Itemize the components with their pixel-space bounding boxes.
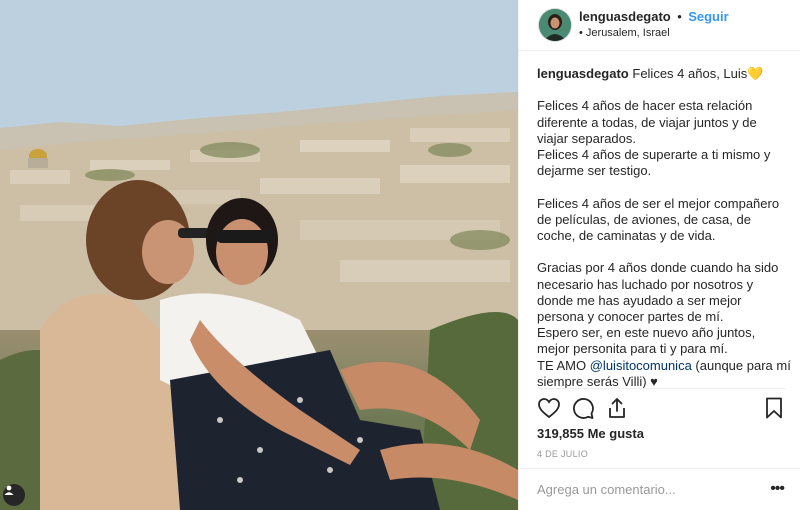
caption-line: persona y conocer partes de mí. [537,309,724,324]
divider [537,388,786,389]
comment-input[interactable]: Agrega un comentario... [537,482,676,497]
like-button[interactable] [537,396,561,425]
caption-username[interactable]: lenguasdegato [537,66,629,81]
divider [519,468,800,469]
caption-line: dejarme ser testigo. [537,163,652,179]
avatar-image [539,9,571,41]
post-date[interactable]: 4 DE JULIO [537,449,588,459]
caption-line: coche, de caminatas y de vida. [537,228,716,243]
mention-link[interactable]: @luisitocomunica [590,358,692,373]
person-icon [4,485,14,495]
comment-icon [573,398,594,419]
caption: lenguasdegato Felices 4 años, Luis💛 Feli… [537,66,791,390]
bookmark-icon [766,397,782,419]
heart-icon [538,398,560,419]
save-button[interactable] [762,396,786,425]
post-photo[interactable] [0,0,518,510]
caption-line: diferente a todas, de viajar juntos y de [537,114,757,130]
share-button[interactable] [605,396,629,425]
caption-line: Felices 4 años de hacer esta relación [537,98,753,114]
avatar[interactable] [539,9,571,41]
caption-love-prefix: TE AMO [537,357,590,373]
caption-line: donde me has ayudado a ser mejor [537,292,742,308]
header-username[interactable]: lenguasdegato [579,9,671,24]
caption-love-suffix: (aunque para mí [691,357,791,373]
caption-line: Felices 4 años de superarte a ti mismo y [537,147,771,162]
caption-line: Espero ser, en este nuevo año juntos, [537,325,756,341]
caption-line: Gracias por 4 años donde cuando ha sido [537,260,779,276]
caption-line: necesario has luchado por nosotros y [537,276,754,292]
post-header: lenguasdegato • Seguir • Jerusalem, Isra… [519,0,800,51]
comment-button[interactable] [571,396,595,425]
header-separator: • [677,9,682,24]
caption-line: mejor personita para ti y para mí. [537,341,728,357]
caption-title: lenguasdegato Felices 4 años, Luis💛 [537,66,791,82]
location-link[interactable]: • Jerusalem, Israel [579,25,729,41]
follow-button[interactable]: Seguir [688,9,728,24]
photo-illustration [0,0,518,510]
caption-line: viajar separados. [537,130,636,146]
caption-title-text: Felices 4 años, Luis💛 [632,66,764,81]
share-icon [609,398,625,418]
likes-count[interactable]: 319,855 Me gusta [537,426,644,441]
header-text: lenguasdegato • Seguir • Jerusalem, Isra… [579,9,729,41]
tagged-people-button[interactable] [3,484,25,506]
caption-line: Felices 4 años de ser el mejor compañero [537,195,780,211]
caption-line: de películas, de aviones, de casa, de [537,211,751,227]
action-bar [537,396,786,422]
caption-love-line: TE AMO @luisitocomunica (aunque para mí [537,358,791,374]
more-options-button[interactable]: ••• [770,480,785,498]
post-side-panel: lenguasdegato • Seguir • Jerusalem, Isra… [518,0,800,510]
instagram-post: lenguasdegato • Seguir • Jerusalem, Isra… [0,0,800,510]
